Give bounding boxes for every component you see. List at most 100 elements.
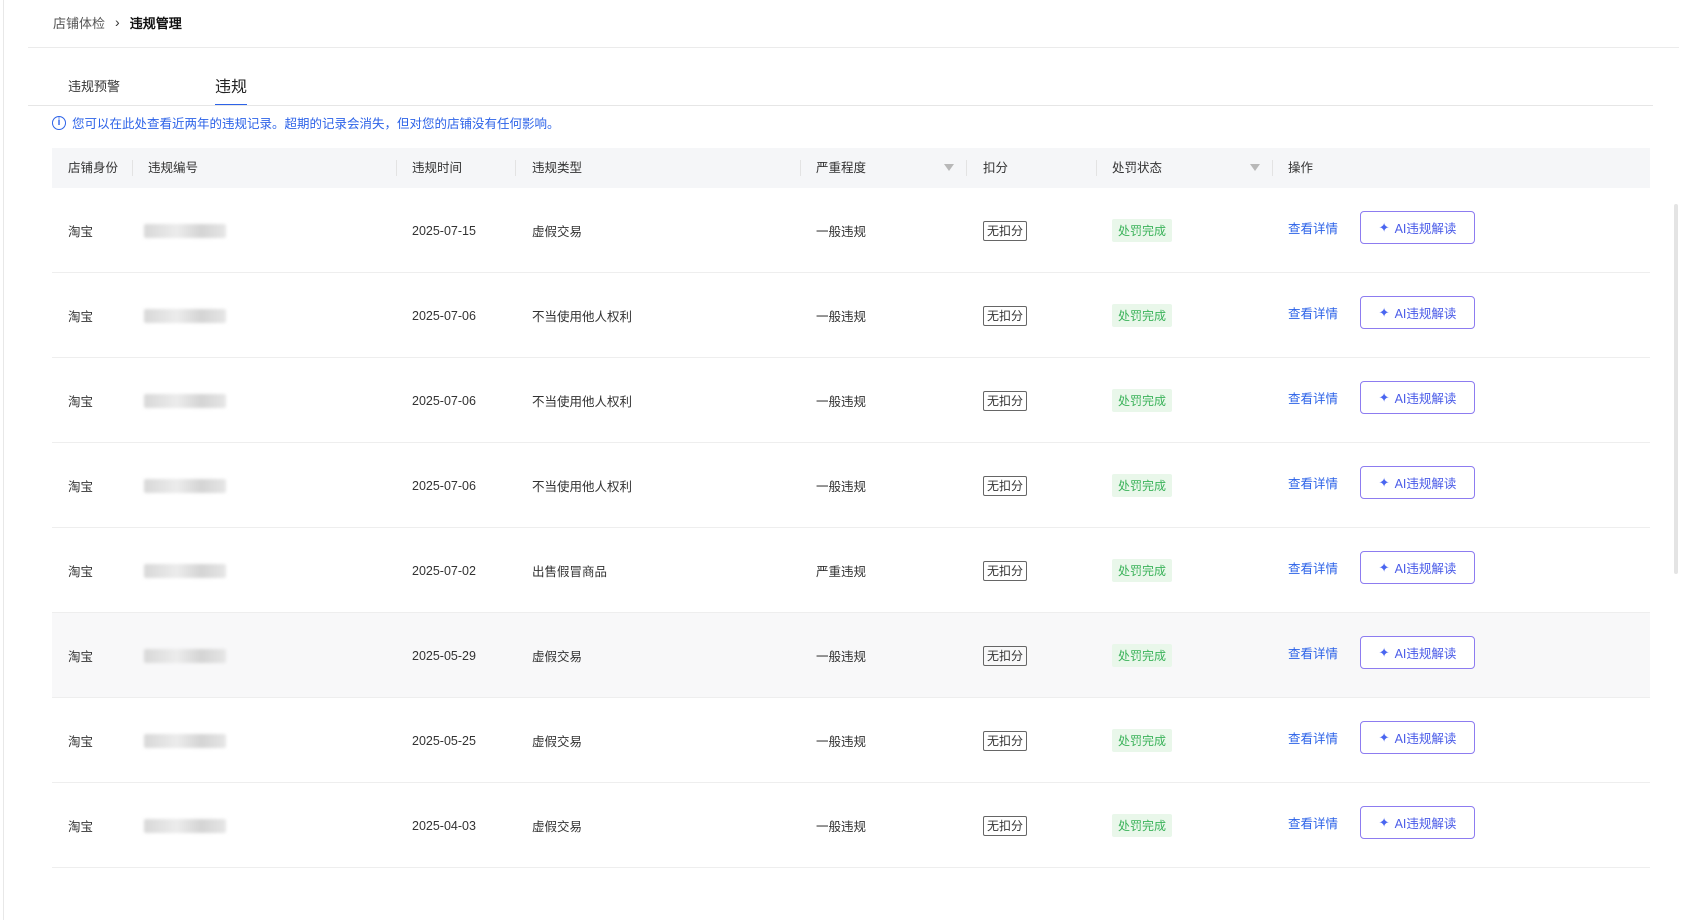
deduction-tag: 无扣分	[983, 815, 1028, 836]
status-badge: 处罚完成	[1112, 474, 1173, 497]
view-detail-link[interactable]: 查看详情	[1288, 643, 1338, 662]
ai-interpret-button[interactable]: ✦ AI违规解读	[1360, 551, 1476, 584]
column-divider	[515, 160, 516, 176]
ai-interpret-button[interactable]: ✦ AI违规解读	[1360, 211, 1476, 244]
page-left-border	[3, 0, 4, 920]
ai-interpret-button[interactable]: ✦ AI违规解读	[1360, 466, 1476, 499]
status-badge: 处罚完成	[1112, 559, 1173, 582]
shop-identity: 淘宝	[68, 480, 94, 494]
cell-type: 不当使用他人权利	[532, 358, 632, 443]
sparkle-icon: ✦	[1378, 474, 1390, 490]
breadcrumb: 店铺体检 › 违规管理	[53, 12, 182, 32]
ai-interpret-button[interactable]: ✦ AI违规解读	[1360, 636, 1476, 669]
violation-type: 虚假交易	[532, 820, 583, 834]
table-row: 淘宝 2025-05-25 虚假交易 一般违规 无扣分 处罚完成 查看详情 ✦ …	[52, 698, 1650, 783]
cell-time: 2025-07-06	[412, 443, 476, 528]
ai-interpret-button[interactable]: ✦ AI违规解读	[1360, 806, 1476, 839]
tab-bar: 违规预警 违规	[68, 70, 248, 106]
status-badge: 处罚完成	[1112, 304, 1173, 327]
cell-severity: 一般违规	[816, 188, 866, 273]
severity: 一般违规	[816, 395, 867, 409]
view-detail-link[interactable]: 查看详情	[1288, 303, 1338, 322]
violation-no-redacted	[144, 393, 226, 408]
ai-interpret-label: AI违规解读	[1394, 562, 1457, 576]
column-divider	[1272, 160, 1273, 176]
view-detail-link[interactable]: 查看详情	[1288, 558, 1338, 577]
ai-interpret-button[interactable]: ✦ AI违规解读	[1360, 381, 1476, 414]
severity: 一般违规	[816, 310, 867, 324]
view-detail-link[interactable]: 查看详情	[1288, 728, 1338, 747]
violation-type: 虚假交易	[532, 650, 583, 664]
shop-identity: 淘宝	[68, 395, 94, 409]
column-divider	[800, 160, 801, 176]
cell-severity: 一般违规	[816, 783, 866, 868]
deduction-tag: 无扣分	[983, 560, 1028, 581]
cell-actions: 查看详情 ✦ AI违规解读	[1288, 440, 1476, 525]
cell-type: 虚假交易	[532, 188, 582, 273]
shop-identity: 淘宝	[68, 310, 94, 324]
cell-shop: 淘宝	[68, 273, 93, 358]
cell-actions: 查看详情 ✦ AI违规解读	[1288, 355, 1476, 440]
column-divider	[396, 160, 397, 176]
cell-violation-no	[144, 698, 226, 783]
violation-time: 2025-05-29	[412, 648, 476, 663]
column-divider	[1096, 160, 1097, 176]
cell-actions: 查看详情 ✦ AI违规解读	[1288, 695, 1476, 780]
cell-shop: 淘宝	[68, 358, 93, 443]
violation-type: 不当使用他人权利	[532, 395, 633, 409]
violation-table: 店铺身份 违规编号 违规时间 违规类型 严重程度 扣分 处罚状态 操作 淘宝 2…	[52, 148, 1650, 868]
status-badge: 处罚完成	[1112, 729, 1173, 752]
cell-type: 出售假冒商品	[532, 528, 607, 613]
violation-type: 虚假交易	[532, 225, 583, 239]
status-badge: 处罚完成	[1112, 814, 1173, 837]
view-detail-link[interactable]: 查看详情	[1288, 813, 1338, 832]
sparkle-icon: ✦	[1378, 814, 1390, 830]
filter-icon[interactable]	[944, 164, 954, 171]
cell-status: 处罚完成	[1112, 358, 1173, 443]
shop-identity: 淘宝	[68, 735, 94, 749]
scrollbar[interactable]	[1674, 204, 1678, 574]
header-shop-identity: 店铺身份	[68, 161, 119, 175]
cell-shop: 淘宝	[68, 613, 93, 698]
shop-identity: 淘宝	[68, 225, 94, 239]
violation-type: 不当使用他人权利	[532, 480, 633, 494]
violation-time: 2025-07-06	[412, 478, 476, 493]
ai-interpret-button[interactable]: ✦ AI违规解读	[1360, 721, 1476, 754]
view-detail-link[interactable]: 查看详情	[1288, 388, 1338, 407]
cell-type: 虚假交易	[532, 698, 582, 783]
cell-deduction: 无扣分	[983, 783, 1028, 868]
cell-actions: 查看详情 ✦ AI违规解读	[1288, 525, 1476, 610]
violation-no-redacted	[144, 478, 226, 493]
cell-deduction: 无扣分	[983, 443, 1028, 528]
table-row: 淘宝 2025-07-15 虚假交易 一般违规 无扣分 处罚完成 查看详情 ✦ …	[52, 188, 1650, 273]
cell-time: 2025-07-06	[412, 358, 476, 443]
cell-time: 2025-07-06	[412, 273, 476, 358]
violation-no-redacted	[144, 733, 226, 748]
sparkle-icon: ✦	[1378, 729, 1390, 745]
cell-actions: 查看详情 ✦ AI违规解读	[1288, 610, 1476, 695]
violation-no-redacted	[144, 563, 226, 578]
violation-time: 2025-07-06	[412, 308, 476, 323]
severity: 一般违规	[816, 735, 867, 749]
view-detail-link[interactable]: 查看详情	[1288, 473, 1338, 492]
cell-violation-no	[144, 528, 226, 613]
cell-type: 不当使用他人权利	[532, 273, 632, 358]
cell-actions: 查看详情 ✦ AI违规解读	[1288, 270, 1476, 355]
violation-no-redacted	[144, 818, 226, 833]
notice-text: 您可以在此处查看近两年的违规记录。超期的记录会消失，但对您的店铺没有任何影响。	[72, 117, 560, 131]
ai-interpret-button[interactable]: ✦ AI违规解读	[1360, 296, 1476, 329]
tabs-divider	[28, 105, 1653, 106]
deduction-tag: 无扣分	[983, 305, 1028, 326]
view-detail-link[interactable]: 查看详情	[1288, 218, 1338, 237]
tab-violation[interactable]: 违规	[215, 70, 248, 106]
cell-type: 虚假交易	[532, 613, 582, 698]
header-violation-no: 违规编号	[148, 161, 199, 175]
breadcrumb-parent[interactable]: 店铺体检	[53, 13, 105, 32]
tab-violation-warning[interactable]: 违规预警	[68, 70, 215, 106]
severity: 一般违规	[816, 480, 867, 494]
header-violation-time: 违规时间	[412, 161, 463, 175]
cell-shop: 淘宝	[68, 443, 93, 528]
cell-severity: 一般违规	[816, 698, 866, 783]
filter-icon[interactable]	[1250, 164, 1260, 171]
cell-severity: 严重违规	[816, 528, 866, 613]
